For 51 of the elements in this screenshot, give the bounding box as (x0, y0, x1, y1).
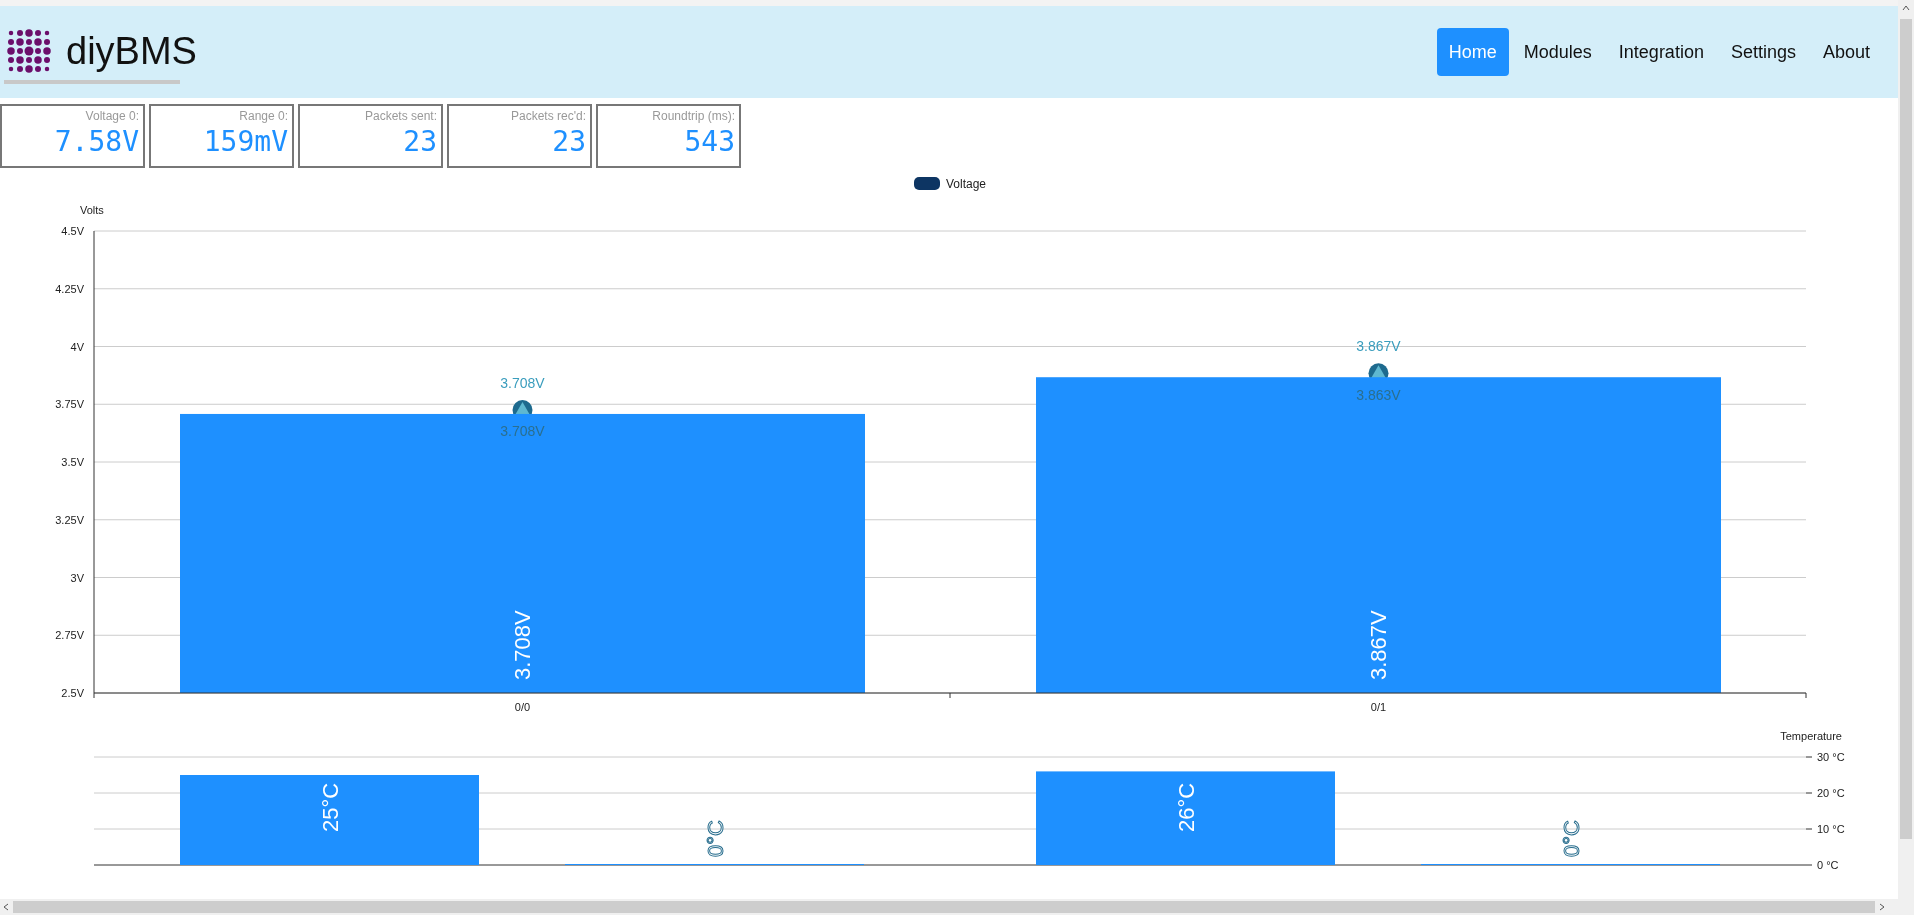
axis-tick-label: 4.5V (61, 225, 84, 237)
axis-tick-label: 3.5V (61, 456, 84, 468)
stat-value: 159mV (203, 124, 288, 160)
stat-value: 23 (403, 124, 437, 160)
chevron-right-icon (1879, 903, 1885, 911)
horizontal-scrollbar[interactable] (0, 899, 1914, 915)
category-label: 0/0 (514, 701, 531, 713)
category-label: 0/1 (1370, 701, 1387, 713)
nav-link[interactable]: Integration (1606, 28, 1716, 76)
axis-tick-label: 4V (70, 340, 84, 353)
stat-value: 543 (684, 124, 735, 160)
bar-value-label: 25°C (317, 782, 343, 832)
axis-title: Volts (80, 204, 104, 216)
max-value-label: 3.708V (500, 374, 545, 391)
logo-icon (6, 28, 52, 74)
nav-link[interactable]: About (1810, 28, 1882, 76)
scrollbar-thumb[interactable] (13, 901, 1875, 913)
stat-label: Packets rec'd: (511, 108, 586, 124)
chevron-left-icon (3, 903, 9, 911)
chevron-up-icon (1902, 5, 1910, 11)
stat-label: Packets sent: (364, 108, 437, 124)
axis-tick-label: 3.75V (55, 398, 84, 411)
bar-value-label: 0°C (702, 820, 728, 857)
vertical-scrollbar[interactable] (1898, 0, 1914, 899)
stat-label: Voltage 0: (85, 108, 139, 124)
min-value-label: 3.708V (500, 422, 545, 439)
bar-value-label: 26°C (1173, 782, 1199, 832)
brand-name: diyBMS (66, 32, 197, 70)
axis-tick-label: 4.25V (55, 282, 84, 295)
min-value-label: 3.863V (1356, 387, 1401, 404)
axis-title: Temperature (1780, 730, 1842, 742)
stat-value: 7.58V (54, 124, 139, 160)
stat-value: 23 (552, 124, 586, 160)
bar-value-label: 3.867V (1365, 610, 1391, 680)
axis-tick-label: 2.5V (61, 687, 84, 699)
scrollbar-thumb[interactable] (1900, 19, 1912, 839)
axis-tick-label: 30 °C (1817, 751, 1845, 763)
axis-tick-label: 3V (70, 571, 84, 584)
axis-tick-label: 20 °C (1817, 787, 1845, 799)
max-value-label: 3.867V (1356, 338, 1401, 355)
axis-tick-label: 10 °C (1817, 823, 1845, 835)
axis-tick-label: 0 °C (1817, 859, 1839, 871)
bar-value-label: 0°C (1558, 820, 1584, 857)
stat-label: Roundtrip (ms): (652, 108, 735, 124)
nav-link[interactable]: Modules (1511, 28, 1604, 76)
bar-value-label: 3.708V (509, 610, 535, 680)
nav-link[interactable]: Settings (1718, 28, 1808, 76)
axis-tick-label: 3.25V (55, 513, 84, 526)
axis-tick-label: 2.75V (55, 629, 84, 642)
stat-label: Range 0: (239, 108, 288, 124)
legend-label: Voltage (946, 177, 987, 191)
